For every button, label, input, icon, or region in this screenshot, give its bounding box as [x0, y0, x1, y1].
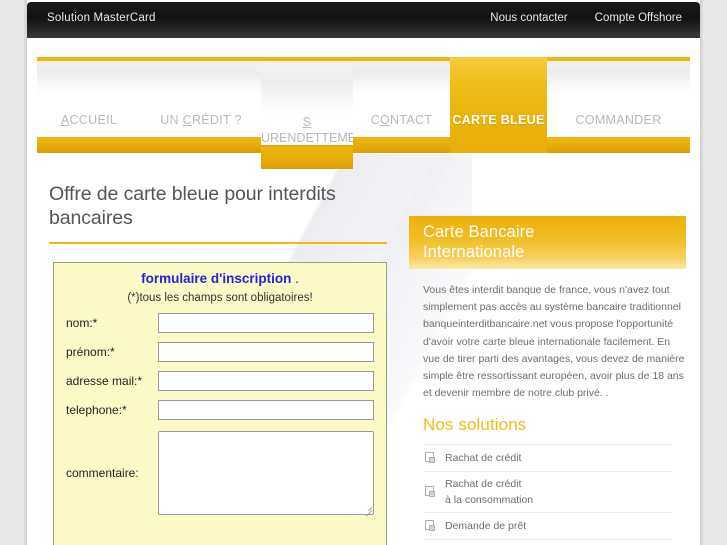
sidebar-header: Carte Bancaire Internationale [409, 216, 686, 269]
form-row-prenom: prénom:* [54, 342, 386, 362]
sidebar-header-title: Carte Bancaire Internationale [409, 216, 686, 262]
list-item[interactable]: Rachat de crédit à la consommation [423, 471, 673, 512]
telephone-input[interactable] [158, 400, 374, 420]
nav-tab-surendettement[interactable]: S URENDETTEME [261, 57, 353, 169]
nav-tab-un-credit-label: UN CRÉDIT ? [160, 113, 242, 127]
registration-form: formulaire d'inscription . (*)tous les c… [53, 262, 387, 545]
content-card: ACCUEIL UN CRÉDIT ? S URENDETTEME CONTAC… [27, 44, 700, 545]
form-row-nom: nom:* [54, 313, 386, 333]
form-title-text: formulaire d'inscription [141, 271, 292, 286]
form-label-adresse-mail: adresse mail:* [66, 373, 143, 388]
sidebar-paragraph: Vous êtes interdit banque de france, vou… [423, 284, 685, 400]
nav-tab-un-credit-head [141, 57, 261, 95]
title-underline-rule [49, 242, 387, 244]
form-title: formulaire d'inscription . [54, 263, 386, 286]
adresse-mail-input[interactable] [158, 371, 374, 391]
nav-tab-contact[interactable]: CONTACT [353, 57, 450, 153]
page-gutter-right [700, 0, 727, 545]
nav-tab-surendettement-label: S [302, 115, 312, 129]
nav-tab-contact-head [353, 57, 450, 95]
commentaire-wrapper [158, 431, 374, 517]
solution-label: Demande de prêt [445, 520, 527, 533]
form-label-telephone: telephone:* [66, 402, 127, 417]
nav-tab-commander-label: COMMANDER [575, 113, 662, 127]
topbar-link-nous-contacter[interactable]: Nous contacter [490, 12, 567, 24]
nav-tab-row: ACCUEIL UN CRÉDIT ? S URENDETTEME CONTAC… [37, 57, 690, 169]
document-icon [425, 452, 436, 464]
main-content: Offre de carte bleue pour interdits banc… [27, 154, 700, 545]
sidebar-header-line1: Carte Bancaire [423, 223, 535, 241]
nav-tab-accueil-label: ACCUEIL [60, 113, 118, 127]
nav-tab-surendettement-overflow: URENDETTEME [261, 131, 353, 145]
document-icon [425, 520, 436, 532]
form-row-adresse-mail: adresse mail:* [54, 371, 386, 391]
solution-label: Rachat de crédit à la consommation [445, 476, 533, 508]
nav-tab-commander[interactable]: COMMANDER [547, 57, 690, 153]
commentaire-textarea[interactable] [158, 431, 374, 515]
site-brand: Solution MasterCard [47, 12, 156, 24]
form-row-commentaire: commentaire: [54, 431, 386, 517]
page-title: Offre de carte bleue pour interdits banc… [49, 183, 336, 229]
nav-tab-accueil[interactable]: ACCUEIL [37, 57, 141, 153]
solution-label: Rachat de crédit [445, 452, 522, 465]
solutions-list: Rachat de crédit Rachat de crédit à la c… [423, 444, 673, 545]
list-item[interactable]: Demande de carte [423, 539, 673, 545]
list-item[interactable]: Rachat de crédit [423, 444, 673, 471]
nav-tab-carte-bleue[interactable]: CARTE BLEUE [450, 57, 547, 153]
nav-tab-surendettement-tail [261, 147, 353, 169]
main-navigation: ACCUEIL UN CRÉDIT ? S URENDETTEME CONTAC… [37, 57, 690, 169]
left-column: Offre de carte bleue pour interdits banc… [49, 154, 409, 545]
nav-tab-commander-head [547, 57, 690, 95]
page-gutter-left [0, 0, 27, 545]
form-label-commentaire: commentaire: [66, 465, 139, 480]
topbar-links: Nous contacter Compte Offshore [490, 12, 682, 24]
nav-tab-accueil-head [37, 57, 141, 95]
nav-tab-carte-bleue-label: CARTE BLEUE [452, 113, 545, 127]
topbar-link-compte-offshore[interactable]: Compte Offshore [595, 12, 682, 24]
sidebar-body: Vous êtes interdit banque de france, vou… [423, 282, 685, 545]
nav-tab-un-credit[interactable]: UN CRÉDIT ? [141, 57, 261, 153]
form-label-prenom: prénom:* [66, 344, 115, 359]
nom-input[interactable] [158, 313, 374, 333]
prenom-input[interactable] [158, 342, 374, 362]
nav-tab-contact-label: CONTACT [370, 113, 433, 127]
form-label-nom: nom:* [66, 315, 98, 330]
top-bar: Solution MasterCard Nous contacter Compt… [27, 2, 700, 38]
sidebar-solutions-title: Nos solutions [423, 415, 527, 435]
form-title-suffix: . [295, 271, 299, 286]
nav-tab-surendettement-head [261, 57, 353, 117]
solution-label-line2: à la consommation [445, 494, 534, 507]
form-row-telephone: telephone:* [54, 400, 386, 420]
page-root: Solution MasterCard Nous contacter Compt… [0, 0, 727, 545]
list-item[interactable]: Demande de prêt [423, 512, 673, 539]
solution-label-line1: Rachat de crédit [445, 478, 522, 491]
nav-tab-carte-bleue-head [450, 57, 547, 153]
right-sidebar: Carte Bancaire Internationale Vous êtes … [409, 154, 686, 545]
sidebar-header-line2: Internationale [423, 243, 525, 261]
form-subtitle: (*)tous les champs sont obligatoires! [127, 292, 313, 304]
document-icon [425, 486, 436, 498]
